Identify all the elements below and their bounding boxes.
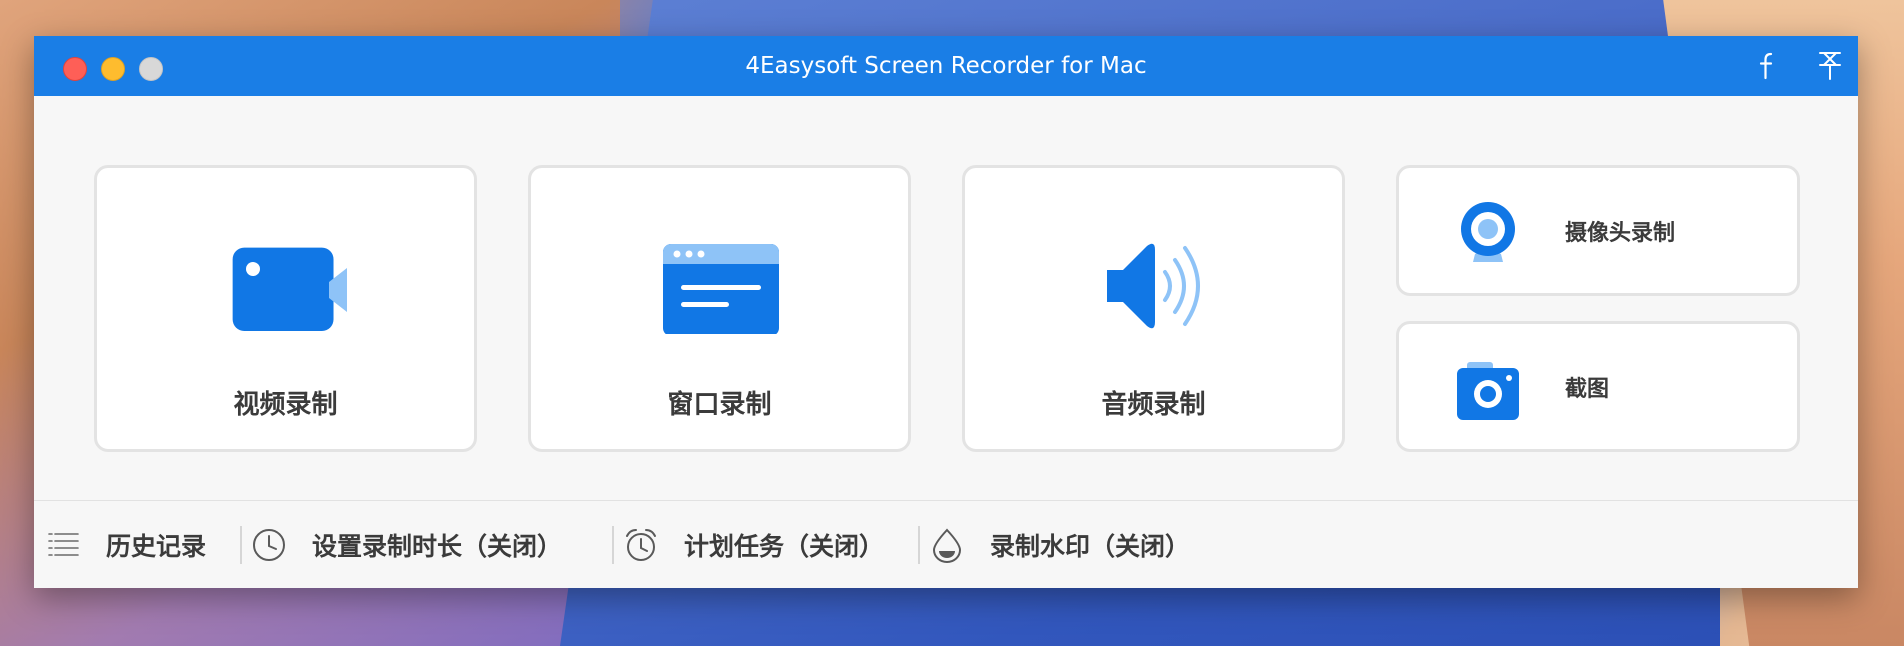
water-drop-icon	[932, 528, 962, 563]
speaker-icon	[1106, 243, 1200, 329]
set-duration-button[interactable]: 设置录制时长（关闭）	[250, 502, 562, 588]
window-icon	[662, 244, 779, 334]
app-window: 4Easysoft Screen Recorder for Mac 视频录制 窗…	[34, 36, 1858, 588]
video-record-card[interactable]: 视频录制	[94, 165, 477, 452]
pin-icon[interactable]	[1812, 48, 1848, 84]
video-record-label: 视频录制	[233, 390, 338, 420]
footer-separator	[918, 526, 920, 564]
video-camera-icon	[232, 247, 347, 331]
facebook-icon[interactable]	[1750, 48, 1786, 84]
window-record-card[interactable]: 窗口录制	[528, 165, 911, 452]
window-title: 4Easysoft Screen Recorder for Mac	[745, 53, 1147, 79]
webcam-record-label: 摄像头录制	[1565, 220, 1676, 246]
webcam-icon	[1461, 202, 1515, 262]
set-duration-label: 设置录制时长（关闭）	[312, 532, 563, 561]
audio-record-label: 音频录制	[1101, 390, 1206, 420]
alarm-clock-icon	[626, 529, 656, 561]
snapshot-card[interactable]: 截图	[1396, 321, 1800, 452]
schedule-task-label: 计划任务（关闭）	[684, 532, 885, 561]
snapshot-label: 截图	[1565, 376, 1610, 402]
webcam-record-card[interactable]: 摄像头录制	[1396, 165, 1800, 296]
history-label: 历史记录	[106, 532, 207, 561]
window-record-label: 窗口录制	[667, 390, 772, 420]
audio-record-card[interactable]: 音频录制	[962, 165, 1345, 452]
footer-separator	[612, 526, 614, 564]
watermark-button[interactable]: 录制水印（关闭）	[928, 502, 1190, 588]
footer-divider	[34, 500, 1858, 501]
footer-bar: 历史记录 设置录制时长（关闭） 计划任务（关闭） 录制水印（关闭）	[34, 502, 1858, 588]
clock-icon	[253, 529, 285, 561]
list-icon	[48, 533, 79, 556]
history-button[interactable]: 历史记录	[46, 502, 206, 588]
title-bar: 4Easysoft Screen Recorder for Mac	[34, 36, 1858, 96]
camera-icon	[1457, 362, 1519, 420]
footer-separator	[240, 526, 242, 564]
schedule-task-button[interactable]: 计划任务（关闭）	[622, 502, 884, 588]
watermark-label: 录制水印（关闭）	[990, 532, 1191, 561]
